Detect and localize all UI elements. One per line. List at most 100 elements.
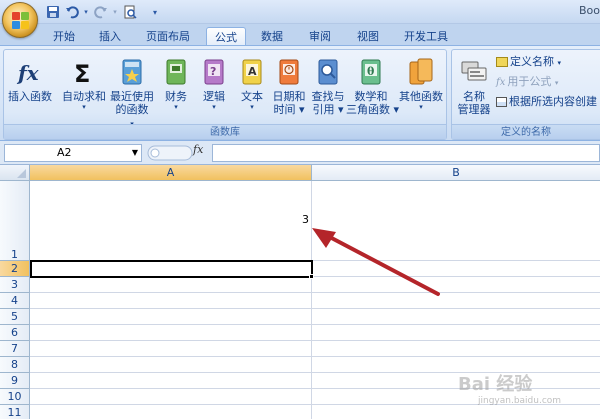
create-from-selection-button[interactable]: 根据所选内容创建 (496, 94, 597, 110)
tab-home[interactable]: 开始 (46, 27, 82, 46)
tab-data[interactable]: 数据 (254, 27, 290, 46)
name-manager-button[interactable]: 名称 管理器 (454, 56, 494, 116)
tab-page-layout[interactable]: 页面布局 (138, 27, 198, 46)
tab-formulas[interactable]: 公式 (206, 27, 246, 46)
tab-view[interactable]: 视图 (350, 27, 386, 46)
lookup-reference-button[interactable]: 查找与 引用 ▾ (308, 56, 348, 116)
financial-book-icon (166, 59, 186, 85)
name-box-value: A2 (57, 146, 72, 159)
tab-developer[interactable]: 开发工具 (398, 27, 454, 46)
insert-function-fx-icon[interactable]: fx (193, 143, 203, 156)
lookup-reference-label-2: 引用 (312, 103, 335, 116)
recently-used-label-2: 的函数 (115, 103, 149, 116)
logical-book-icon: ? (204, 59, 224, 85)
row-header-6[interactable]: 6 (0, 325, 30, 341)
ribbon-tabs: 开始 插入 页面布局 公式 数据 审阅 视图 开发工具 (0, 24, 600, 46)
financial-button[interactable]: 财务 ▾ (158, 56, 194, 112)
create-from-selection-icon (496, 97, 507, 107)
sigma-icon: Σ (74, 60, 90, 88)
row-header-11[interactable]: 11 (0, 405, 30, 419)
window-title: Boo (578, 4, 600, 17)
name-manager-label-2: 管理器 (457, 103, 491, 116)
column-header-a[interactable]: A (30, 165, 312, 181)
financial-label: 财务 (165, 90, 187, 103)
recently-used-label: 最近使用 (110, 90, 154, 103)
cell-a1[interactable]: 3 (31, 213, 309, 226)
row-header-10[interactable]: 10 (0, 389, 30, 405)
math-book-icon: θ (361, 59, 381, 85)
row-header-1[interactable]: 1 (0, 181, 30, 261)
autosum-button[interactable]: Σ 自动求和 ▾ (60, 56, 108, 112)
define-name-dropdown-icon: ▾ (557, 59, 562, 67)
define-name-icon (496, 57, 508, 67)
date-time-button[interactable]: 日期和 时间 ▾ (270, 56, 308, 116)
text-functions-button[interactable]: A 文本 ▾ (234, 56, 270, 112)
define-name-button[interactable]: 定义名称 ▾ (496, 54, 561, 70)
select-all-corner[interactable] (0, 165, 30, 181)
tab-insert[interactable]: 插入 (92, 27, 128, 46)
row-header-3[interactable]: 3 (0, 277, 30, 293)
date-time-label-2: 时间 (273, 103, 296, 116)
math-trig-label: 数学和 (354, 90, 388, 103)
logical-button[interactable]: ? 逻辑 ▾ (196, 56, 232, 112)
gridline (30, 340, 600, 341)
date-time-label: 日期和 (272, 90, 306, 103)
qat-dropdown-icon[interactable]: ▾ (150, 4, 160, 21)
use-in-formula-button[interactable]: fx 用于公式 ▾ (496, 74, 558, 90)
text-functions-label: 文本 (241, 90, 263, 103)
row-header-2[interactable]: 2 (0, 261, 30, 277)
row-header-5[interactable]: 5 (0, 309, 30, 325)
autosum-dropdown-icon: ▾ (82, 103, 86, 111)
lookup-reference-label-2-row: 引用 ▾ (312, 103, 344, 116)
function-library-group: fx 插入函数 Σ 自动求和 ▾ 最近使用 的函数 ▾ (3, 49, 447, 140)
svg-text:θ: θ (367, 65, 374, 78)
redo-icon[interactable] (92, 4, 109, 21)
column-header-b[interactable]: B (312, 165, 600, 181)
logical-dropdown-icon: ▾ (212, 103, 216, 111)
redo-dropdown-icon[interactable]: ▾ (111, 4, 119, 21)
fx-icon: fx (16, 61, 40, 85)
create-from-selection-label: 根据所选内容创建 (509, 95, 597, 108)
math-trig-label-2: 三角函数 (346, 103, 390, 116)
text-functions-dropdown-icon: ▾ (250, 103, 254, 111)
formula-bar: A2 ▼ fx (0, 141, 600, 165)
function-library-caption: 函数库 (4, 124, 446, 139)
datetime-book-icon (279, 59, 299, 85)
svg-text:fx: fx (16, 61, 40, 85)
row-header-9[interactable]: 9 (0, 373, 30, 389)
name-box[interactable]: A2 ▼ (4, 144, 142, 162)
select-all-triangle-icon (17, 169, 26, 178)
save-icon[interactable] (44, 4, 61, 21)
selected-cell-a2[interactable] (30, 260, 313, 278)
recently-used-button[interactable]: 最近使用 的函数 ▾ (108, 56, 156, 129)
insert-function-label: 插入函数 (8, 90, 52, 103)
gridline (30, 356, 600, 357)
undo-dropdown-icon[interactable]: ▾ (82, 4, 90, 21)
gridline (30, 324, 600, 325)
annotation-arrow (312, 228, 440, 296)
row-header-4[interactable]: 4 (0, 293, 30, 309)
use-in-formula-dropdown-icon: ▾ (554, 79, 559, 87)
worksheet-grid[interactable]: A B 1 2 3 4 5 6 7 8 9 10 11 3 Bai 经验 jin… (0, 165, 600, 419)
financial-dropdown-icon: ▾ (174, 103, 178, 111)
more-functions-button[interactable]: 其他函数 ▾ (396, 56, 446, 112)
logical-label: 逻辑 (203, 90, 225, 103)
name-box-dropdown-icon[interactable]: ▼ (132, 145, 138, 161)
office-logo-icon (12, 12, 30, 30)
ribbon: fx 插入函数 Σ 自动求和 ▾ 最近使用 的函数 ▾ (0, 45, 600, 141)
math-trig-label-2-row: 三角函数 ▾ (346, 103, 400, 116)
office-button[interactable] (2, 2, 38, 38)
row-header-8[interactable]: 8 (0, 357, 30, 373)
tab-review[interactable]: 审阅 (302, 27, 338, 46)
row-header-7[interactable]: 7 (0, 341, 30, 357)
undo-icon[interactable] (63, 4, 80, 21)
svg-text:A: A (248, 65, 257, 78)
more-functions-label: 其他函数 (399, 90, 443, 103)
insert-function-button[interactable]: fx 插入函数 (7, 56, 53, 103)
math-trig-button[interactable]: θ 数学和 三角函数 ▾ (346, 56, 400, 116)
print-preview-icon[interactable] (121, 4, 138, 21)
use-in-formula-label: 用于公式 (507, 75, 552, 88)
defined-names-group: 名称 管理器 定义名称 ▾ fx 用于公式 ▾ 根据所选内容创建 定义的名称 (451, 49, 600, 140)
formula-input[interactable] (212, 144, 600, 162)
watermark-text: Bai 经验 (458, 374, 533, 395)
